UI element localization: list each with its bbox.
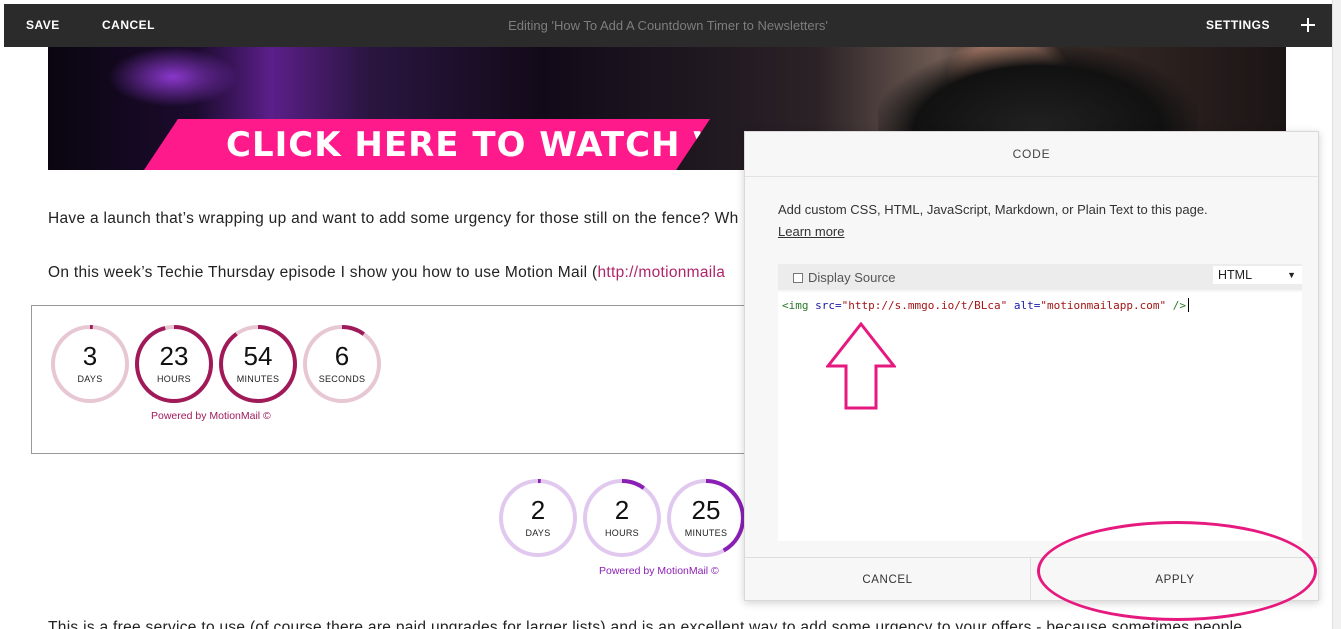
countdown-dial-seconds: 6 SECONDS [302,324,382,404]
paragraph-text: On this week’s Techie Thursday episode I… [48,264,598,281]
display-source-label: Display Source [808,270,896,285]
countdown-unit-label: MINUTES [684,528,728,538]
cancel-button[interactable]: CANCEL [102,4,155,47]
countdown-value: 2 [614,495,630,525]
countdown-dial-days: 3 DAYS [50,324,130,404]
countdown-value: 6 [334,341,350,371]
code-line: <img src="http://s.mmgo.io/t/BLca" alt="… [782,298,1190,312]
countdown-unit-label: MINUTES [236,374,280,384]
powered-by-motionmail: Powered by MotionMail © [151,410,271,422]
countdown-value: 25 [691,495,721,525]
annotation-up-arrow-icon [826,322,896,410]
countdown-unit-label: HOURS [604,528,639,538]
countdown-unit-label: HOURS [156,374,191,384]
motionmail-link[interactable]: http://motionmaila [597,264,725,281]
countdown-unit-label: SECONDS [318,374,366,384]
countdown-unit-label: DAYS [77,374,103,384]
settings-button[interactable]: SETTINGS [1206,4,1270,47]
watch-video-cta[interactable]: CLICK HERE TO WATCH VIDEO [144,119,710,170]
countdown-value: 54 [243,341,273,371]
annotation-highlight-ellipse [1037,521,1317,621]
text-cursor [1188,298,1190,312]
editor-options-bar: Display Source HTML ▼ [778,264,1302,290]
display-source-checkbox[interactable] [793,273,803,283]
cta-text: CLICK HERE TO WATCH VIDEO [226,125,818,165]
learn-more-link[interactable]: Learn more [778,224,844,239]
plus-icon[interactable] [1298,13,1318,37]
countdown-dial-days: 2 DAYS [498,478,578,558]
modal-cancel-button[interactable]: CANCEL [745,558,1031,602]
editing-title: Editing 'How To Add A Countdown Timer to… [508,18,828,33]
countdown-dial-minutes: 54 MINUTES [218,324,298,404]
countdown-dial-hours: 23 HOURS [134,324,214,404]
modal-title: CODE [745,132,1318,177]
paragraph-launch: Have a launch that’s wrapping up and wan… [48,210,739,227]
countdown-value: 2 [530,495,546,525]
countdown-dial-hours: 2 HOURS [582,478,662,558]
modal-description: Add custom CSS, HTML, JavaScript, Markdo… [778,202,1208,217]
powered-by-motionmail-2: Powered by MotionMail © [599,565,719,577]
language-value: HTML [1218,268,1253,282]
caret-down-icon: ▼ [1287,270,1296,280]
language-select[interactable]: HTML ▼ [1213,266,1302,284]
editor-toolbar: Editing 'How To Add A Countdown Timer to… [4,4,1332,47]
countdown-dial-minutes: 25 MINUTES [666,478,746,558]
countdown-value: 3 [82,341,98,371]
countdown-value: 23 [159,341,189,371]
page-scrollbar[interactable] [1332,0,1341,629]
paragraph-free-service: This is a free service to use (of course… [48,619,1243,629]
countdown-unit-label: DAYS [525,528,551,538]
paragraph-techie-thursday: On this week’s Techie Thursday episode I… [48,264,725,282]
save-button[interactable]: SAVE [26,4,60,47]
